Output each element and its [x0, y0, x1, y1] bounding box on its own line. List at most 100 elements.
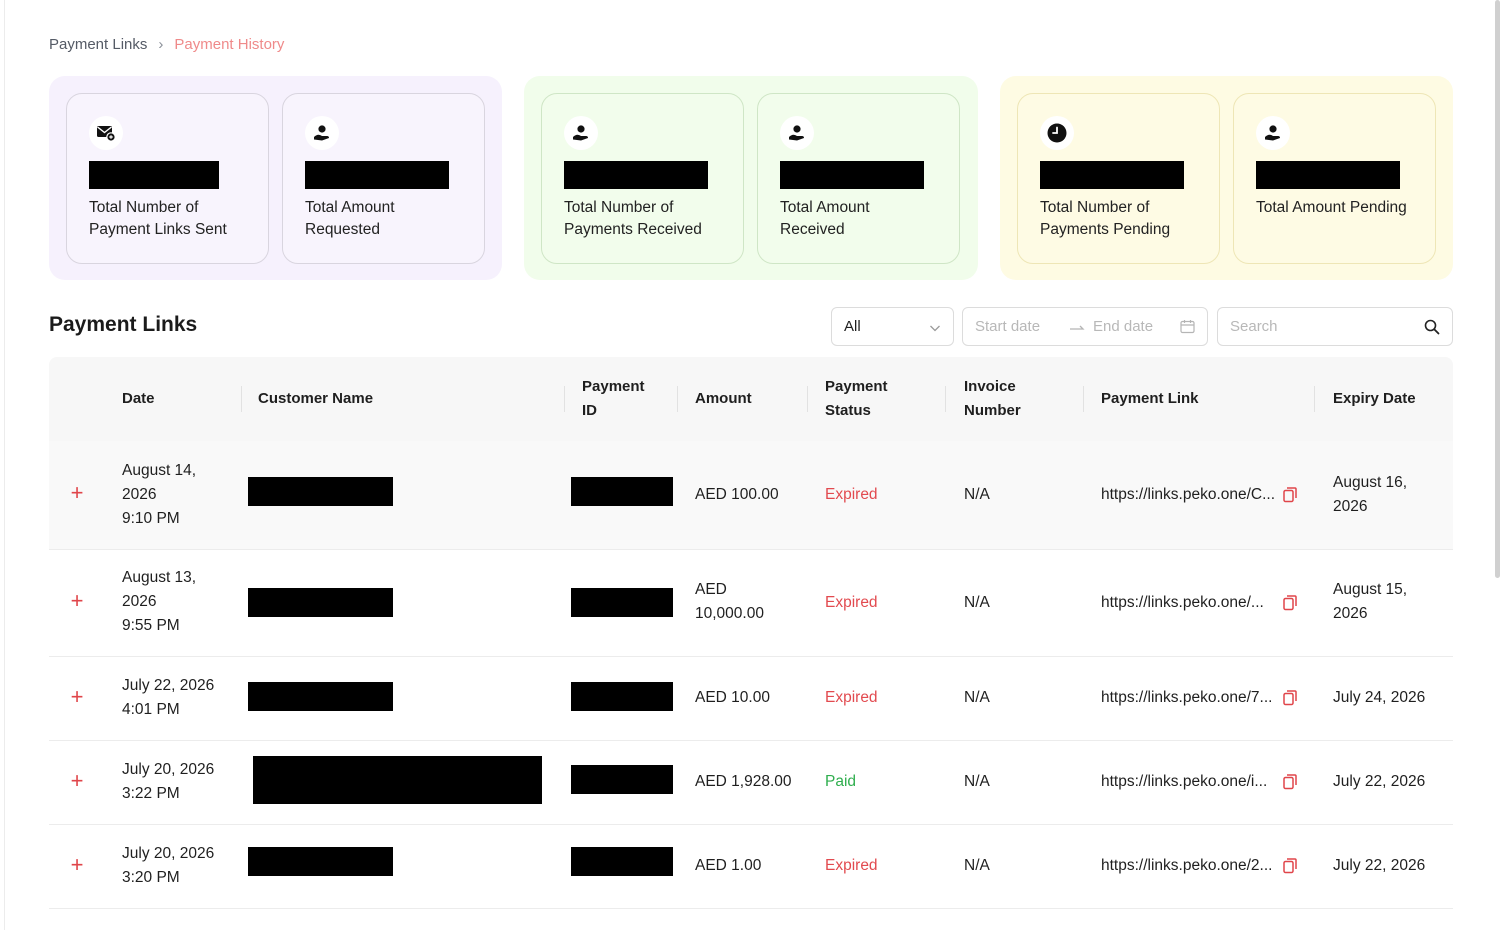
cell-expiry: August 15, 2026: [1333, 581, 1408, 622]
search-icon[interactable]: [1424, 319, 1440, 340]
summary-label: Total Amount Received: [780, 199, 870, 238]
column-divider: [564, 386, 565, 412]
summary-card-payments-pending: Total Number of Payments Pending: [1017, 93, 1220, 264]
cell-amount: AED 10.00: [695, 689, 770, 706]
table-row[interactable]: + August 13, 2026 9:55 PM AED 10,000.00 …: [49, 550, 1453, 657]
customer-name-redacted: [248, 847, 393, 876]
column-header-invoice-number[interactable]: Invoice Number: [964, 375, 1021, 423]
status-filter-select[interactable]: All: [831, 307, 954, 346]
column-header-payment-status[interactable]: Payment Status: [825, 375, 888, 423]
end-date-input[interactable]: End date: [1093, 318, 1153, 335]
customer-name-redacted: [248, 588, 393, 617]
summary-label: Total Number of Payments Received: [564, 199, 702, 238]
status-filter-value: All: [844, 318, 861, 335]
summary-group-received: Total Number of Payments Received Total …: [524, 76, 978, 280]
expand-row-plus-icon[interactable]: +: [67, 854, 87, 876]
payment-id-redacted: [571, 765, 673, 794]
mail-send-icon: [89, 116, 123, 150]
payment-id-redacted: [571, 477, 673, 506]
customer-name-redacted: [248, 682, 393, 711]
customer-name-redacted: [253, 756, 542, 804]
summary-card-amount-requested: Total Amount Requested: [282, 93, 485, 264]
summary-label: Total Amount Pending: [1256, 199, 1407, 216]
summary-label: Total Number of Payments Pending: [1040, 199, 1171, 238]
status-badge: Paid: [825, 773, 857, 790]
breadcrumb-payment-history: Payment History: [174, 36, 285, 53]
cell-amount: AED 1.00: [695, 857, 762, 874]
column-header-payment-link[interactable]: Payment Link: [1101, 387, 1199, 411]
cell-invoice: N/A: [964, 486, 990, 503]
payment-link[interactable]: https://links.peko.one/C...: [1101, 483, 1275, 507]
table-row[interactable]: + July 20, 2026 3:22 PM AED 1,928.00 Pai…: [49, 741, 1453, 825]
section-title: Payment Links: [49, 313, 198, 336]
summary-group-pending: Total Number of Payments Pending Total A…: [1000, 76, 1453, 280]
expand-row-plus-icon[interactable]: +: [67, 770, 87, 792]
copy-icon[interactable]: [1283, 858, 1297, 874]
cell-invoice: N/A: [964, 689, 990, 706]
column-header-expiry-date[interactable]: Expiry Date: [1333, 387, 1416, 411]
page-left-border: [4, 0, 5, 930]
table-row[interactable]: + July 20, 2026 3:20 PM AED 1.00 Expired…: [49, 825, 1453, 909]
cell-expiry: July 24, 2026: [1333, 689, 1426, 706]
customer-name-redacted: [248, 477, 393, 506]
status-badge: Expired: [825, 857, 878, 874]
copy-icon[interactable]: [1283, 774, 1297, 790]
copy-icon[interactable]: [1283, 690, 1297, 706]
status-badge: Expired: [825, 486, 878, 503]
table-row[interactable]: + August 14, 2026 9:10 PM AED 100.00 Exp…: [49, 441, 1453, 550]
summary-card-payments-received: Total Number of Payments Received: [541, 93, 744, 264]
cell-amount: AED 10,000.00: [695, 581, 764, 622]
summary-value-redacted: [1040, 161, 1184, 189]
vertical-scrollbar[interactable]: [1495, 0, 1500, 578]
clock-icon: [1040, 116, 1074, 150]
start-date-input[interactable]: Start date: [975, 318, 1040, 335]
summary-value-redacted: [89, 161, 219, 189]
hand-money-icon: [564, 116, 598, 150]
status-badge: Expired: [825, 594, 878, 611]
expand-row-plus-icon[interactable]: +: [67, 590, 87, 612]
summary-label: Total Number of Payment Links Sent: [89, 199, 227, 238]
column-divider: [677, 386, 678, 412]
summary-value-redacted: [305, 161, 449, 189]
table-row[interactable]: + July 22, 2026 4:01 PM AED 10.00 Expire…: [49, 657, 1453, 741]
breadcrumb-payment-links[interactable]: Payment Links: [49, 36, 147, 53]
copy-icon[interactable]: [1283, 595, 1297, 611]
column-header-amount[interactable]: Amount: [695, 387, 752, 411]
search-box: [1217, 307, 1453, 346]
date-range-picker[interactable]: Start date End date: [962, 307, 1208, 346]
summary-value-redacted: [564, 161, 708, 189]
payment-id-redacted: [571, 682, 673, 711]
cell-expiry: August 16, 2026: [1333, 474, 1408, 515]
summary-label: Total Amount Requested: [305, 199, 395, 238]
column-header-date[interactable]: Date: [122, 387, 155, 411]
payment-link[interactable]: https://links.peko.one/i...: [1101, 770, 1267, 794]
calendar-icon[interactable]: [1180, 319, 1195, 338]
expand-row-plus-icon[interactable]: +: [67, 482, 87, 504]
search-input[interactable]: [1219, 309, 1409, 344]
breadcrumb: Payment Links › Payment History: [49, 36, 284, 53]
payment-id-redacted: [571, 588, 673, 617]
cell-amount: AED 100.00: [695, 486, 779, 503]
payment-link[interactable]: https://links.peko.one/...: [1101, 591, 1264, 615]
summary-card-amount-pending: Total Amount Pending: [1233, 93, 1436, 264]
status-badge: Expired: [825, 689, 878, 706]
cell-date: July 22, 2026 4:01 PM: [122, 677, 215, 718]
cell-invoice: N/A: [964, 857, 990, 874]
summary-group-sent: Total Number of Payment Links Sent Total…: [49, 76, 502, 280]
column-header-customer-name[interactable]: Customer Name: [258, 387, 373, 411]
payment-id-redacted: [571, 847, 673, 876]
summary-value-redacted: [780, 161, 924, 189]
payment-link[interactable]: https://links.peko.one/7...: [1101, 686, 1272, 710]
hand-money-icon: [305, 116, 339, 150]
chevron-down-icon: [929, 321, 941, 338]
hand-money-icon: [1256, 116, 1290, 150]
expand-row-plus-icon[interactable]: +: [67, 686, 87, 708]
table-header: Date Customer Name Payment ID Amount Pay…: [49, 357, 1453, 441]
cell-invoice: N/A: [964, 594, 990, 611]
copy-icon[interactable]: [1283, 487, 1297, 503]
cell-date: July 20, 2026 3:22 PM: [122, 761, 215, 802]
cell-invoice: N/A: [964, 773, 990, 790]
payment-link[interactable]: https://links.peko.one/2...: [1101, 854, 1272, 878]
cell-date: August 13, 2026 9:55 PM: [122, 569, 197, 634]
column-header-payment-id[interactable]: Payment ID: [582, 375, 645, 423]
